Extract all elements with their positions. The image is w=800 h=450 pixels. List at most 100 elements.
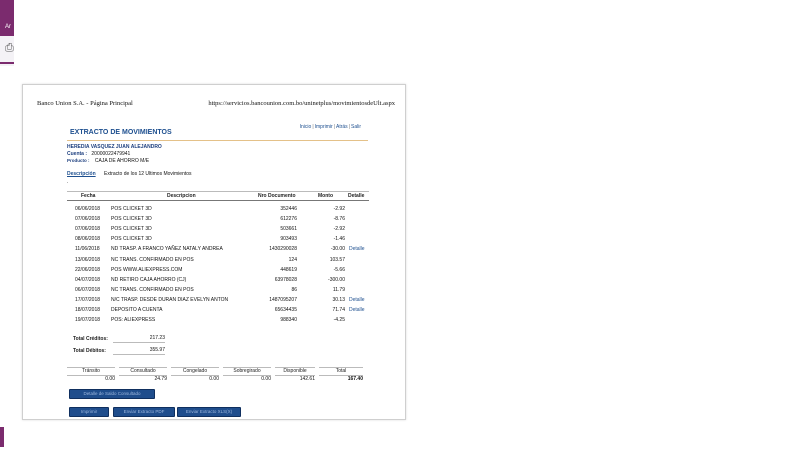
side-marker bbox=[0, 427, 4, 447]
summary-header-2: Congelado bbox=[171, 367, 219, 376]
row-monto: -2.92 bbox=[333, 226, 345, 233]
total-debitos-value: 355.97 bbox=[113, 347, 165, 355]
row-fecha: 07/06/2018 bbox=[75, 226, 101, 233]
account-holder-name: HEREDIA VASQUEZ JUAN ALEJANDRO bbox=[67, 144, 162, 150]
row-nro-documento: 65634435 bbox=[274, 307, 297, 313]
document-page: Banco Union S.A. - Página Principal http… bbox=[22, 84, 406, 420]
total-debitos-label: Total Débitos: bbox=[73, 348, 106, 354]
top-links: Inicio|Imprimir|Atrás|Salir bbox=[299, 124, 361, 130]
row-descripcion: NC TRANS. CONFIRMADO EN POS bbox=[111, 256, 194, 263]
row-nro-documento: 903493 bbox=[280, 236, 297, 243]
description-label: Descripción bbox=[67, 171, 96, 177]
row-nro-documento: 988340 bbox=[280, 317, 297, 324]
row-detalle-link[interactable]: Detalle bbox=[349, 297, 365, 303]
table-row: 11/06/2018 ND TRASP. A FRANCO YAÑEZ NATAL… bbox=[67, 246, 369, 255]
row-fecha: 06/06/2018 bbox=[75, 206, 101, 212]
summary-value-4: 142.61 bbox=[299, 376, 315, 382]
summary-header-4: Disponible bbox=[275, 367, 315, 376]
row-descripcion: POS CLICKET 3D bbox=[111, 216, 152, 223]
app-tab-corner[interactable] bbox=[0, 0, 14, 36]
link-salir[interactable]: Salir bbox=[351, 124, 361, 130]
row-fecha: 08/06/2018 bbox=[75, 236, 101, 243]
table-row: 17/07/2018 N/C TRASP. DESDE DURAN DIAZ EV… bbox=[67, 297, 369, 306]
row-nro-documento: 1487095207 bbox=[269, 296, 297, 303]
row-fecha: 06/07/2018 bbox=[75, 286, 101, 293]
row-nro-documento: 86 bbox=[291, 286, 297, 293]
description-value: Extracto de los 12 Ultimos Movimientos bbox=[104, 171, 192, 177]
table-row: 04/07/2018 ND RETIRO CAJA AHORRO (CJ) 6397… bbox=[67, 277, 369, 286]
table-row: 07/06/2018 POS CLICKET 3D 503661 -2.92 bbox=[67, 226, 369, 235]
imprimir-button[interactable]: Imprimir bbox=[69, 407, 109, 417]
summary-value-1: 24.79 bbox=[154, 376, 167, 382]
account-number-row: Cuenta : 2000002247994​1 bbox=[67, 151, 130, 157]
row-fecha: 04/07/2018 bbox=[75, 276, 101, 283]
row-descripcion: POS WWW.ALIEXPRESS.COM bbox=[111, 266, 183, 273]
summary-header-0: Tránsito bbox=[67, 367, 115, 376]
page-header-url: https://servicios.bancounion.com.bo/unin… bbox=[208, 100, 395, 107]
document-icon[interactable]: ⎙ bbox=[5, 42, 14, 55]
producto-label: Producto : bbox=[67, 158, 90, 163]
row-monto: -5.66 bbox=[333, 266, 345, 273]
row-fecha: 22/06/2018 bbox=[75, 266, 101, 273]
col-header-fecha: Fecha bbox=[81, 193, 96, 199]
row-descripcion: DEPOSITO A CUENTA bbox=[111, 307, 163, 313]
table-row: 22/06/2018 POS WWW.ALIEXPRESS.COM 448619 -5… bbox=[67, 267, 369, 276]
summary-header-3: Sobregirado bbox=[223, 367, 271, 376]
app-tab-label: Ar bbox=[5, 24, 11, 30]
summary-value-5: 167.40 bbox=[347, 376, 363, 382]
row-monto: 30.13 bbox=[332, 296, 345, 303]
page-title: EXTRACTO DE MOVIMIENTOS bbox=[70, 129, 172, 136]
row-descripcion: ND TRASP. A FRANCO YAÑEZ NATALY ANDREA bbox=[111, 246, 223, 253]
col-header-monto: Monto bbox=[318, 193, 333, 199]
row-monto: -4.25 bbox=[333, 317, 345, 324]
row-fecha: 17/07/2018 bbox=[75, 296, 101, 303]
row-fecha: 07/06/2018 bbox=[75, 216, 101, 223]
enviar-pdf-button[interactable]: Enviar Extracto PDF bbox=[113, 407, 175, 417]
summary-header-5: Total bbox=[319, 367, 363, 376]
link-atras[interactable]: Atrás bbox=[336, 124, 348, 130]
table-header-rule bbox=[67, 200, 369, 201]
description-dot: . bbox=[67, 179, 69, 185]
row-descripcion: POS: ALIEXPRESS bbox=[111, 317, 156, 324]
row-monto: 71.74 bbox=[332, 307, 345, 313]
table-row: 08/06/2018 POS CLICKET 3D 903493 -1.46 bbox=[67, 236, 369, 245]
cuenta-label: Cuenta : bbox=[67, 151, 87, 157]
total-creditos-label: Total Créditos: bbox=[73, 336, 108, 342]
row-monto: -30.00 bbox=[330, 246, 345, 253]
row-nro-documento: 352446 bbox=[280, 206, 297, 212]
summary-value-2: 0.00 bbox=[209, 376, 219, 382]
row-monto: -1.46 bbox=[333, 236, 345, 243]
table-row: 18/07/2018 DEPOSITO A CUENTA 65634435 71.74… bbox=[67, 307, 369, 316]
row-nro-documento: 124 bbox=[288, 256, 297, 263]
title-rule bbox=[67, 140, 368, 141]
row-descripcion: N/C TRASP. DESDE DURAN DIAZ EVELYN ANTON bbox=[111, 296, 229, 303]
row-nro-documento: 1430290028 bbox=[269, 246, 297, 253]
row-fecha: 13/06/2018 bbox=[75, 256, 101, 263]
total-creditos-value: 217.23 bbox=[113, 335, 165, 343]
link-inicio[interactable]: Inicio bbox=[300, 124, 312, 130]
row-monto: -8.76 bbox=[333, 216, 345, 223]
row-detalle-link[interactable]: Detalle bbox=[349, 246, 365, 252]
table-row: 06/07/2018 NC TRANS. CONFIRMADO EN POS 86 1… bbox=[67, 287, 369, 296]
enviar-xlsx-button[interactable]: Enviar Extracto XLS(X) bbox=[177, 407, 241, 417]
toolbar-divider bbox=[0, 62, 14, 64]
row-fecha: 18/07/2018 bbox=[75, 307, 101, 313]
row-nro-documento: 448619 bbox=[280, 266, 297, 273]
row-monto: 103.57 bbox=[329, 256, 345, 263]
col-header-detalle: Detalle bbox=[348, 193, 365, 199]
summary-header-1: Consultado bbox=[119, 367, 167, 376]
row-detalle-link[interactable]: Detalle bbox=[349, 307, 365, 313]
table-row: 13/06/2018 NC TRANS. CONFIRMADO EN POS 124… bbox=[67, 257, 369, 266]
page-header-title: Banco Union S.A. - Página Principal bbox=[37, 100, 133, 107]
table-row: 19/07/2018 POS: ALIEXPRESS 988340 -4.25 bbox=[67, 317, 369, 326]
row-fecha: 19/07/2018 bbox=[75, 317, 101, 324]
detalle-saldo-button[interactable]: Detalle de Saldo Consultado bbox=[69, 389, 155, 399]
row-nro-documento: 503661 bbox=[280, 226, 297, 233]
link-imprimir[interactable]: Imprimir bbox=[315, 124, 333, 130]
row-monto: -2.92 bbox=[333, 206, 345, 212]
product-row: Producto : CAJA DE AHORRO M/E bbox=[67, 158, 149, 164]
row-descripcion: POS CLICKET 3D bbox=[111, 236, 152, 243]
row-monto: -300.00 bbox=[328, 276, 345, 283]
row-descripcion: NC TRANS. CONFIRMADO EN POS bbox=[111, 286, 194, 293]
producto-value: CAJA DE AHORRO M/E bbox=[94, 158, 150, 164]
